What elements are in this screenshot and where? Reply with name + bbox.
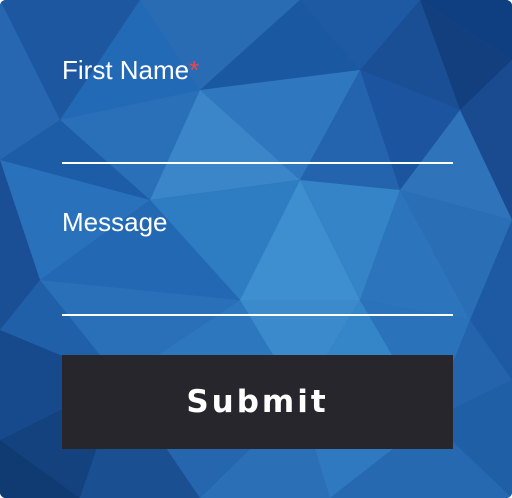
message-label: Message <box>62 207 168 237</box>
message-input[interactable] <box>62 276 453 316</box>
required-marker: * <box>189 55 200 85</box>
first-name-label: First Name* <box>62 55 199 85</box>
contact-form-card: First Name* Message Submit <box>0 0 512 498</box>
first-name-label-text: First Name <box>62 55 190 85</box>
submit-button[interactable]: Submit <box>62 355 453 449</box>
first-name-input[interactable] <box>62 124 453 164</box>
